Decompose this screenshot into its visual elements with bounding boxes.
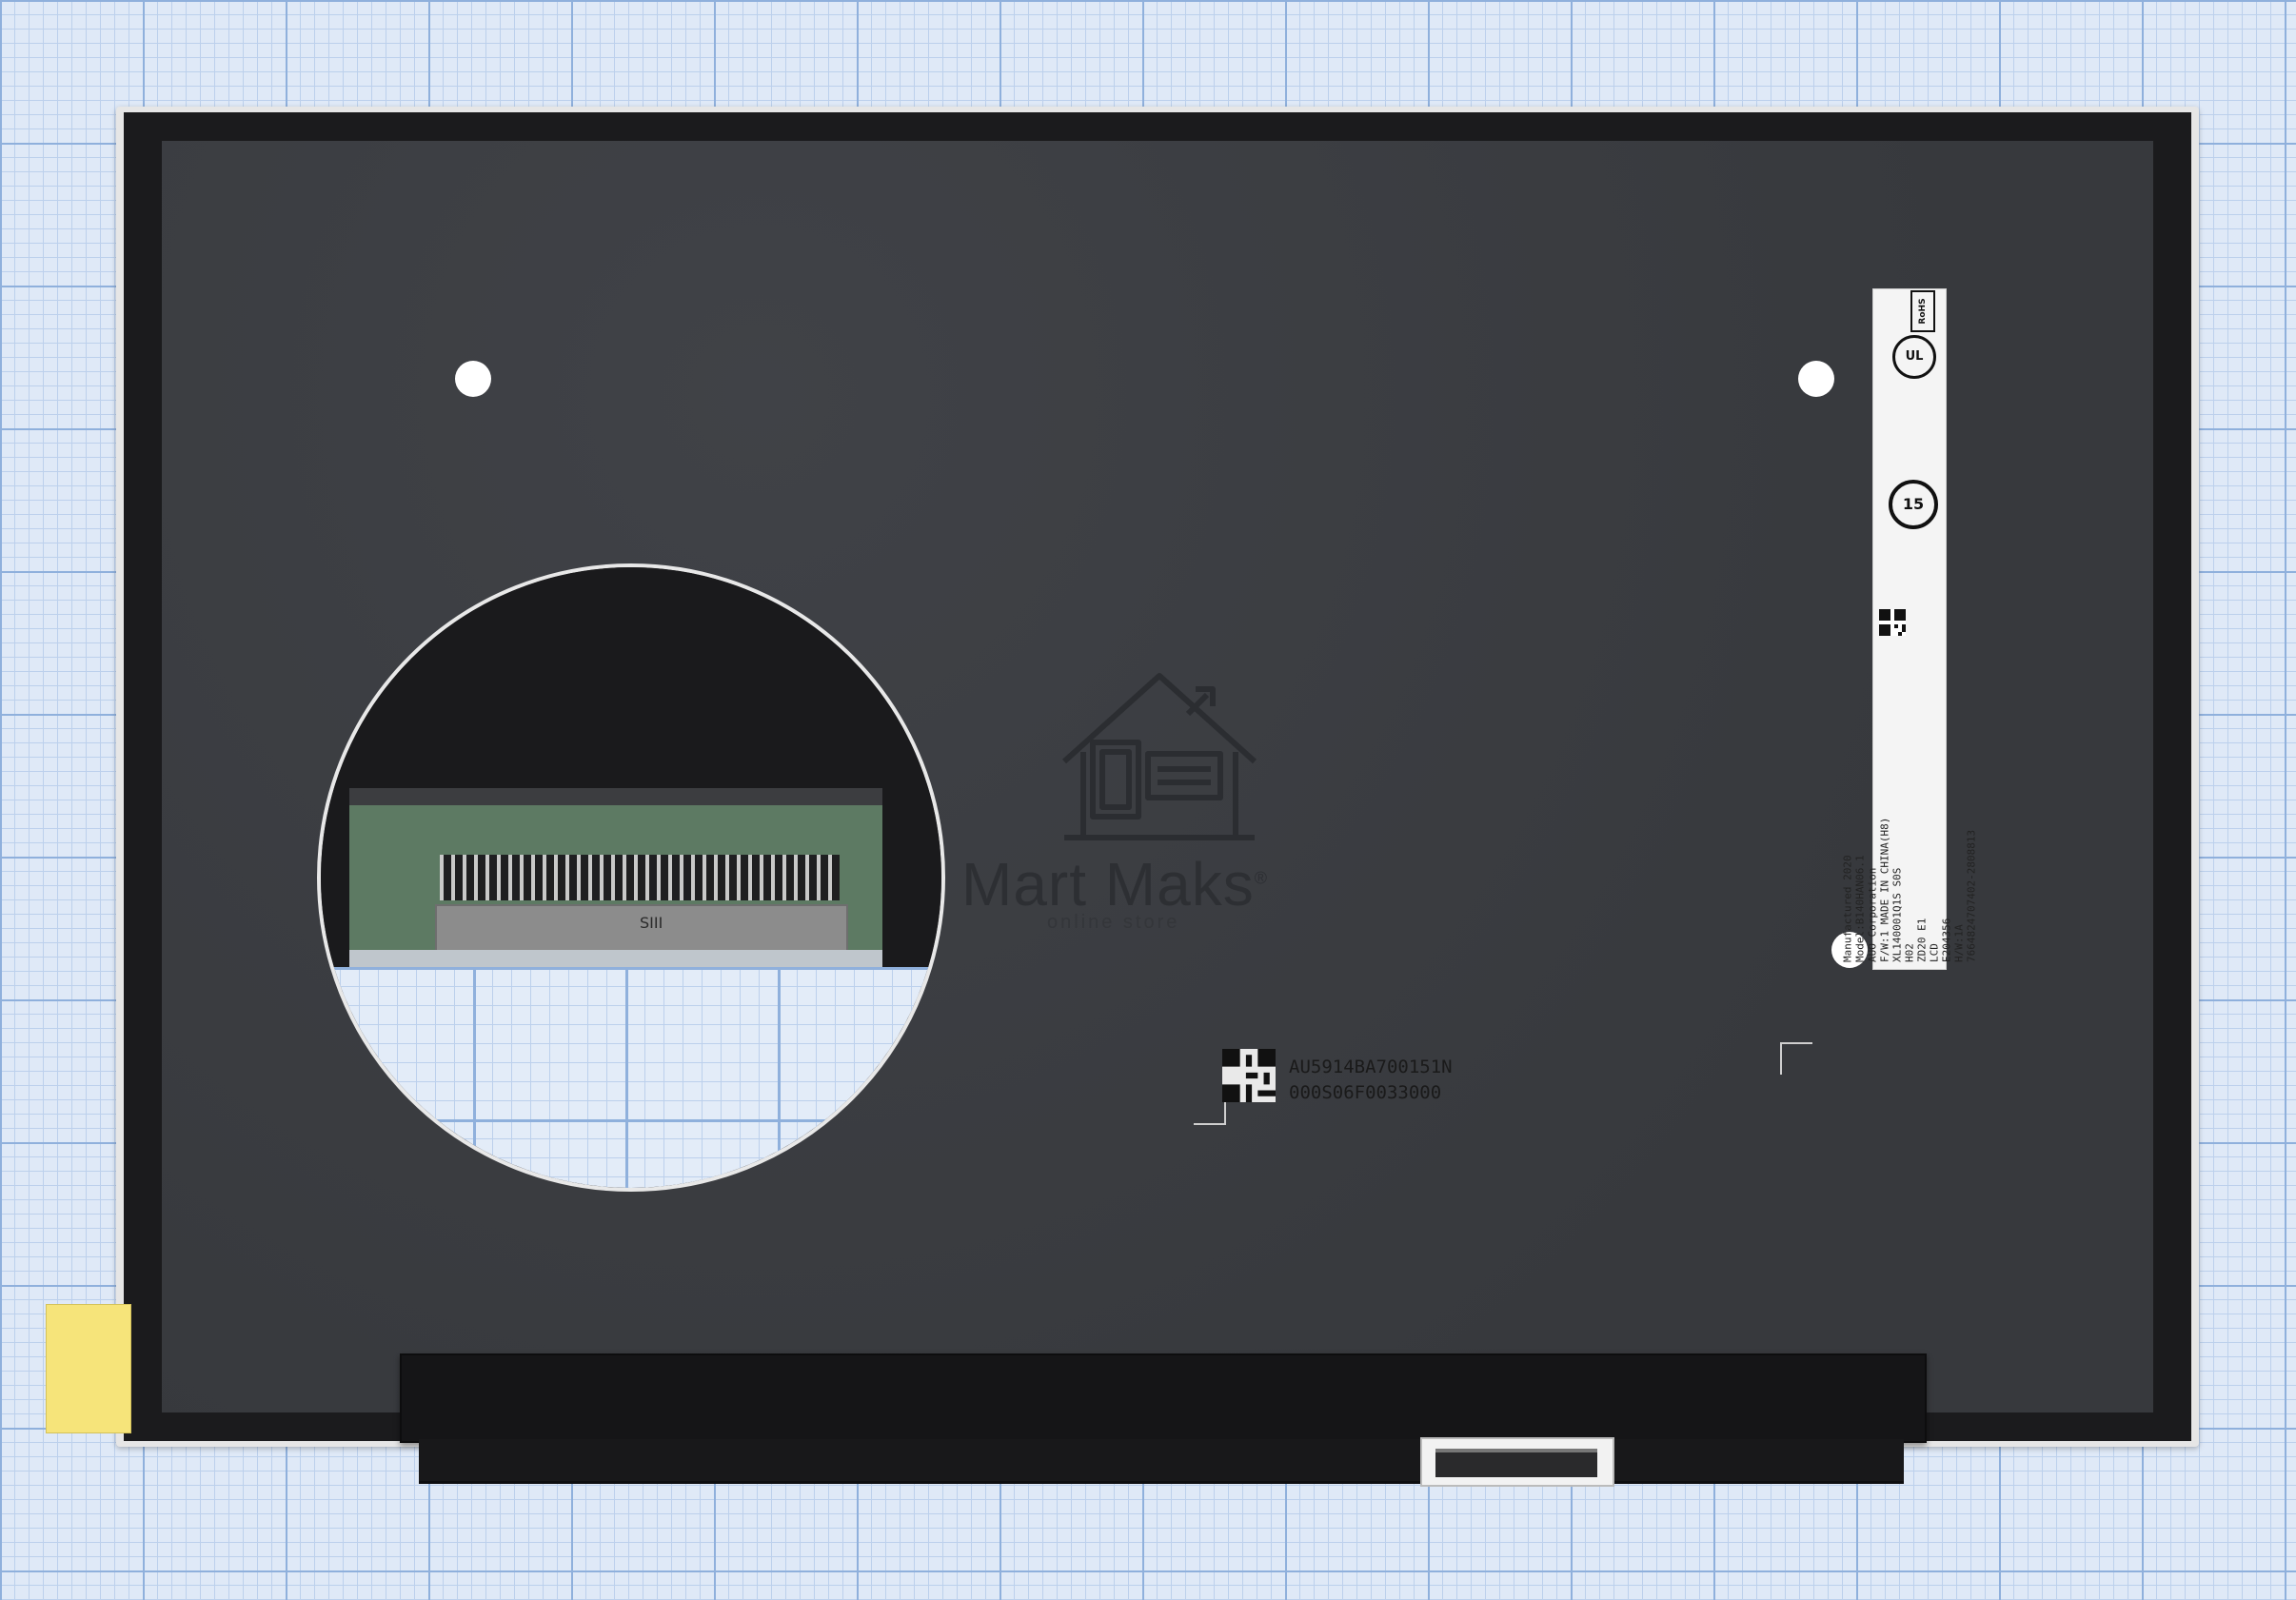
brand-watermark: Mart Maks® online store: [961, 849, 1342, 933]
label-line: LCD: [1928, 943, 1941, 962]
registered-mark: ®: [1254, 868, 1268, 888]
mounting-hole-top-right: [1798, 361, 1834, 397]
zoom-grid-background: [321, 967, 941, 1188]
connector-zoom-inset: SIII: [317, 563, 945, 1192]
label-line: ZD20 E1: [1915, 918, 1929, 962]
corner-mark: [1194, 1093, 1226, 1125]
serial-qr-icon: [1222, 1049, 1276, 1102]
panel-label-sticker: RoHS UL 15 Manufactured 2020 Model:B140H…: [1842, 288, 1978, 970]
label-line: AUO Corporation: [1866, 867, 1879, 962]
corner-mark: [1780, 1042, 1812, 1075]
zoom-metal-plate: [349, 950, 882, 967]
driver-board-strip: [400, 1353, 1927, 1443]
bottom-connector: [1420, 1437, 1614, 1487]
driver-board-edge: [419, 1439, 1904, 1484]
label-line: H/W:1A: [1952, 924, 1966, 962]
house-logo-icon: [1061, 673, 1257, 840]
zoom-connector-pins: [440, 855, 840, 900]
label-barcode-text: 7664824707402-2808813: [1965, 829, 1978, 962]
label-line: E204356: [1940, 918, 1953, 962]
zoom-pcb: SIII: [349, 788, 882, 967]
label-text-block: Manufactured 2020 Model:B140HAN06.1 AUO …: [1842, 296, 1978, 962]
serial-line-1: AU5914BA700151N: [1289, 1057, 1453, 1077]
zoom-silk-text: SIII: [640, 914, 663, 932]
yellow-tape: [46, 1304, 131, 1433]
label-line: H02: [1903, 943, 1916, 962]
mounting-hole-top-left: [455, 361, 491, 397]
label-line: Manufactured 2020: [1841, 855, 1854, 962]
brand-name: Mart Maks: [961, 850, 1255, 919]
bottom-connector-socket: [1435, 1449, 1597, 1477]
label-line: F/W:1 MADE IN CHINA(H8): [1878, 817, 1891, 962]
label-line: XL140001Q1S S0S: [1890, 867, 1904, 962]
serial-number: AU5914BA700151N 000S06F0033000: [1289, 1055, 1453, 1106]
serial-line-2: 000S06F0033000: [1289, 1082, 1442, 1103]
label-line: Model:B140HAN06.1: [1853, 855, 1867, 962]
